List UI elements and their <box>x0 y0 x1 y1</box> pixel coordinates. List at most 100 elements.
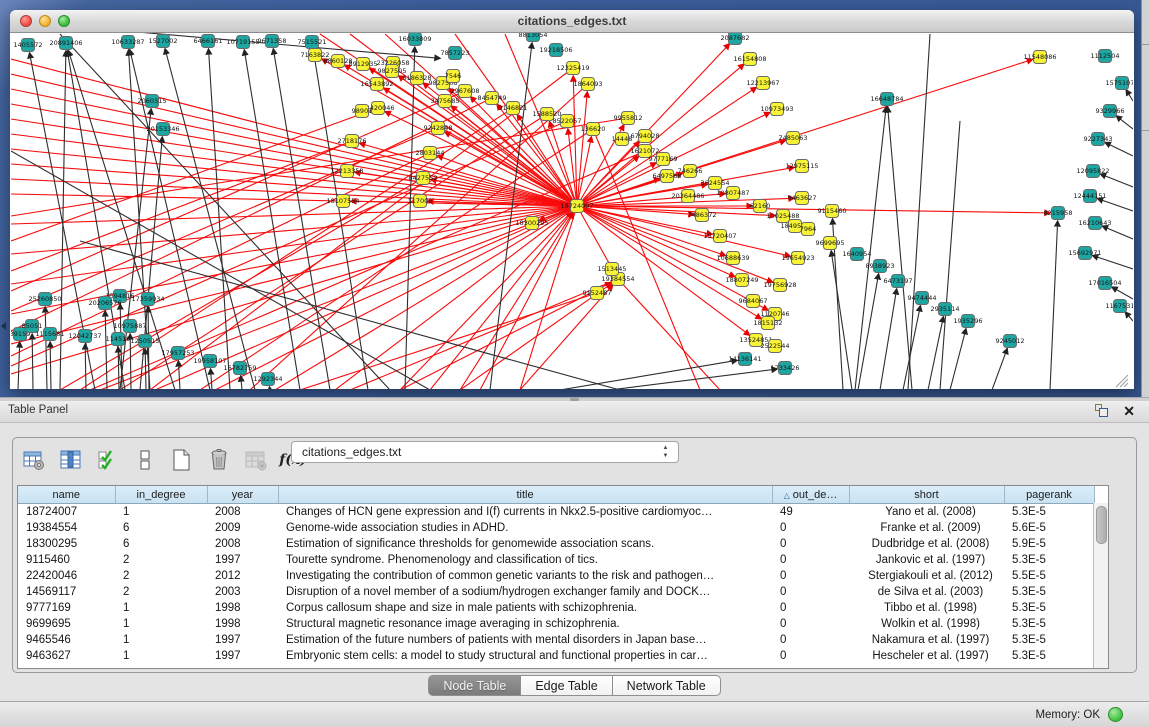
graph-node[interactable]: 7546 <box>445 70 462 83</box>
graph-node[interactable]: 3624554 <box>701 177 730 190</box>
graph-node[interactable]: 10975887 <box>113 320 146 333</box>
table-cell[interactable]: 0 <box>772 536 849 552</box>
zoom-window-button[interactable] <box>58 15 70 27</box>
column-header-short[interactable]: short <box>849 486 1004 504</box>
table-cell[interactable]: 0 <box>772 552 849 568</box>
graph-node[interactable]: 10633287 <box>111 36 144 49</box>
table-cell[interactable]: 1 <box>115 504 207 521</box>
graph-node[interactable]: 15692971 <box>1068 247 1101 260</box>
table-cell[interactable]: 19384554 <box>18 520 115 536</box>
table-cell[interactable]: 9463627 <box>18 648 115 664</box>
minimize-window-button[interactable] <box>39 15 51 27</box>
table-cell[interactable]: 5.3E-5 <box>1004 616 1094 632</box>
table-row[interactable]: 946554611997Estimation of the future num… <box>18 632 1094 648</box>
table-cell[interactable]: 0 <box>772 584 849 600</box>
graph-node[interactable]: 17016504 <box>1088 277 1121 290</box>
graph-node[interactable]: 9777169 <box>649 153 678 166</box>
table-cell[interactable]: Jankovic et al. (1997) <box>849 552 1004 568</box>
table-cell[interactable]: Franke et al. (2009) <box>849 520 1004 536</box>
table-cell[interactable]: 9115460 <box>18 552 115 568</box>
row-format-icon[interactable] <box>132 447 158 473</box>
graph-node[interactable]: 12975115 <box>785 160 818 173</box>
graph-node[interactable]: 1864093 <box>574 78 603 91</box>
table-cell[interactable]: Stergiakouli et al. (2012) <box>849 568 1004 584</box>
graph-node[interactable]: 8813054 <box>519 33 548 42</box>
graph-node[interactable]: 25260850 <box>28 293 61 306</box>
table-row[interactable]: 1830029562008Estimation of significance … <box>18 536 1094 552</box>
table-select[interactable]: citations_edges.txt ▲▼ <box>291 441 679 463</box>
table-cell[interactable]: Changes of HCN gene expression and I(f) … <box>278 504 772 521</box>
table-cell[interactable]: Investigating the contribution of common… <box>278 568 772 584</box>
tab-node-table[interactable]: Node Table <box>428 675 521 696</box>
table-options-icon[interactable] <box>21 447 47 473</box>
table-row[interactable]: 1938455462009Genome-wide association stu… <box>18 520 1094 536</box>
table-cell[interactable]: 2 <box>115 584 207 600</box>
graph-node[interactable]: 10807487 <box>716 187 749 200</box>
select-mode-icon[interactable] <box>95 447 121 473</box>
table-cell[interactable]: 2009 <box>207 520 278 536</box>
graph-node[interactable]: 19654923 <box>781 252 814 265</box>
graph-node[interactable]: 1115681 <box>36 328 65 341</box>
combo-stepper-icon[interactable]: ▲▼ <box>661 444 670 460</box>
graph-node[interactable]: 16033809 <box>398 33 431 46</box>
graph-node[interactable]: 136620 <box>581 123 606 136</box>
graph-node[interactable]: 2060315 <box>138 95 167 108</box>
graph-node[interactable]: 7486372 <box>688 209 717 222</box>
table-cell[interactable]: Nakamura et al. (1997) <box>849 632 1004 648</box>
graph-node[interactable]: 7857223 <box>441 47 470 60</box>
graph-node[interactable]: 19958107 <box>193 355 226 368</box>
table-cell[interactable]: Tourette syndrome. Phenomenology and cla… <box>278 552 772 568</box>
table-row[interactable]: 2242004622012Investigating the contribut… <box>18 568 1094 584</box>
table-cell[interactable]: 1998 <box>207 600 278 616</box>
graph-node[interactable]: 8912935 <box>349 58 378 71</box>
graph-node[interactable]: 12213967 <box>746 77 779 90</box>
table-cell[interactable]: 5.3E-5 <box>1004 504 1094 521</box>
graph-node[interactable]: 62160 <box>750 200 771 213</box>
table-cell[interactable]: 0 <box>772 632 849 648</box>
table-cell[interactable]: Embryonic stem cells: a model to study s… <box>278 648 772 664</box>
table-cell[interactable]: 14569117 <box>18 584 115 600</box>
graph-node[interactable]: 17359934 <box>131 293 164 306</box>
graph-node[interactable]: 15751074 <box>1105 77 1133 90</box>
table-cell[interactable]: 6 <box>115 520 207 536</box>
column-header-year[interactable]: year <box>207 486 278 504</box>
graph-node[interactable]: 1815132 <box>754 317 783 330</box>
table-cell[interactable]: 1997 <box>207 632 278 648</box>
table-cell[interactable]: 2 <box>115 552 207 568</box>
table-cell[interactable]: 9777169 <box>18 600 115 616</box>
graph-node[interactable]: 1405572 <box>14 39 43 52</box>
table-cell[interactable]: 1997 <box>207 648 278 664</box>
graph-node[interactable]: 6466161 <box>194 35 223 48</box>
delete-column-icon[interactable] <box>206 447 232 473</box>
table-cell[interactable]: Estimation of the future numbers of pati… <box>278 632 772 648</box>
column-header-out-degree[interactable]: △out_de… <box>772 486 849 504</box>
graph-node[interactable]: 8215958 <box>1044 207 1073 220</box>
table-cell[interactable]: Corpus callosum shape and size in male p… <box>278 600 772 616</box>
graph-node[interactable]: 114519 <box>106 333 131 346</box>
tab-network-table[interactable]: Network Table <box>613 675 721 696</box>
table-cell[interactable]: 9699695 <box>18 616 115 632</box>
table-cell[interactable]: 0 <box>772 600 849 616</box>
table-cell[interactable]: 2003 <box>207 584 278 600</box>
graph-node[interactable]: 9329966 <box>1096 105 1125 118</box>
close-panel-icon[interactable]: ✕ <box>1123 403 1135 419</box>
graph-node[interactable]: 18807249 <box>725 274 758 287</box>
show-columns-icon[interactable] <box>58 447 84 473</box>
graph-node[interactable]: 1112504 <box>1091 50 1120 63</box>
tab-edge-table[interactable]: Edge Table <box>521 675 612 696</box>
scrollbar-thumb[interactable] <box>1096 506 1107 544</box>
table-cell[interactable]: Wolkin et al. (1998) <box>849 616 1004 632</box>
graph-node[interactable]: 2087682 <box>721 33 750 45</box>
column-header-in-degree[interactable]: in_degree <box>115 486 207 504</box>
graph-node[interactable]: 15720407 <box>703 230 736 243</box>
graph-node[interactable]: 8427552 <box>409 172 438 185</box>
graph-node[interactable]: 1167531 <box>1106 300 1133 313</box>
table-cell[interactable]: 1997 <box>207 552 278 568</box>
graph-node[interactable]: 98901 <box>352 105 373 118</box>
graph-node[interactable]: 12042737 <box>68 330 101 343</box>
table-row[interactable]: 946362711997Embryonic stem cells: a mode… <box>18 648 1094 664</box>
table-cell[interactable]: 18724007 <box>18 504 115 521</box>
table-row[interactable]: 977716911998Corpus callosum shape and si… <box>18 600 1094 616</box>
graph-node[interactable]: 19756928 <box>763 279 796 292</box>
table-cell[interactable]: Estimation of significance thresholds fo… <box>278 536 772 552</box>
